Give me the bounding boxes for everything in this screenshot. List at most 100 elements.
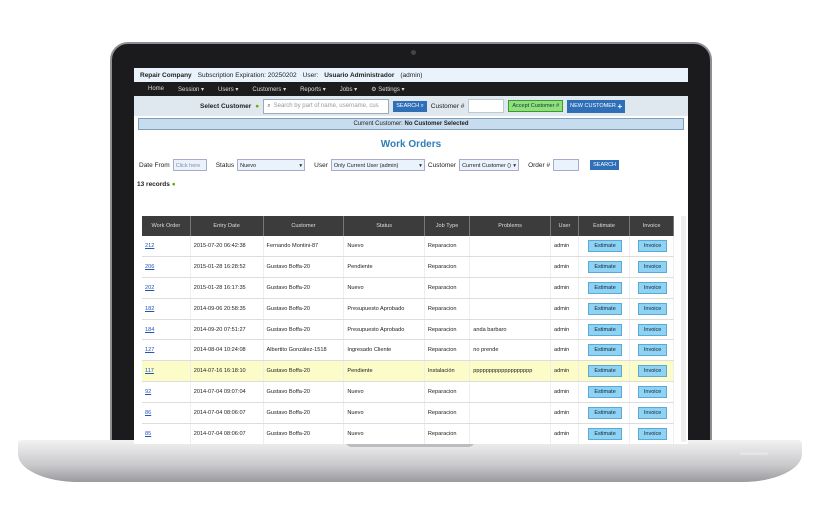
work-order-link[interactable]: 85 xyxy=(145,431,151,437)
col-user[interactable]: User xyxy=(550,216,579,236)
accept-customer-button[interactable]: Accept Customer # xyxy=(508,100,564,112)
estimate-button[interactable]: Estimate xyxy=(588,365,622,378)
user-filter-label: User xyxy=(314,161,328,169)
customer-select[interactable]: Current Customer () ▾ xyxy=(459,159,520,171)
order-input[interactable] xyxy=(553,159,580,171)
customer-search-input[interactable]: ⌕ Search by part of name, username, cus xyxy=(263,98,390,114)
nav-users[interactable]: Users ▾ xyxy=(218,86,238,93)
cell-problems xyxy=(469,277,551,299)
col-work-order[interactable]: Work Order xyxy=(142,216,191,236)
table-scrollbar[interactable] xyxy=(681,216,686,442)
records-label: 13 records xyxy=(137,181,170,188)
cell-problems xyxy=(469,423,551,444)
work-order-link[interactable]: 212 xyxy=(145,243,154,249)
col-job-type[interactable]: Job Type xyxy=(424,216,471,236)
work-order-link[interactable]: 117 xyxy=(145,368,154,374)
user-value: Only Current User (admin) xyxy=(333,163,399,169)
cell-entry-date: 2015-01-28 16:28:52 xyxy=(190,256,264,278)
date-from-label: Date From xyxy=(139,161,170,169)
nav-home[interactable]: Home xyxy=(148,86,164,92)
work-order-link[interactable]: 86 xyxy=(145,410,151,416)
cell-customer-name: Gustavo Boffa-20 xyxy=(263,256,345,278)
nav-jobs[interactable]: Jobs ▾ xyxy=(340,86,357,93)
cell-status: Ingresado Cliente xyxy=(343,339,425,362)
invoice-button[interactable]: Invoice xyxy=(637,323,668,336)
estimate-button[interactable]: Estimate xyxy=(588,323,622,336)
new-customer-button[interactable]: NEW CUSTOMER + xyxy=(567,99,626,113)
table-row: 85 2014-07-04 08:06:07 Gustavo Boffa-20 Nue… xyxy=(142,423,674,444)
info-icon: ● xyxy=(255,102,260,110)
work-order-link[interactable]: 206 xyxy=(145,264,154,270)
table-row: 212 2015-07-20 06:42:38 Fernando Montini-8… xyxy=(142,236,674,257)
table-header-row: Work Order Entry Date Customer Status Jo… xyxy=(142,216,674,236)
estimate-button[interactable]: Estimate xyxy=(588,344,622,357)
cell-status: Presupuesto Aprobado xyxy=(343,298,425,320)
invoice-button[interactable]: Invoice xyxy=(637,260,668,273)
estimate-button[interactable]: Estimate xyxy=(588,302,622,315)
status-label: Status xyxy=(215,161,235,169)
estimate-button[interactable]: Estimate xyxy=(588,281,622,294)
invoice-button[interactable]: Invoice xyxy=(637,365,668,378)
work-order-link[interactable]: 184 xyxy=(145,327,154,333)
filter-search-button[interactable]: SEARCH xyxy=(590,160,620,170)
invoice-button[interactable]: Invoice xyxy=(637,407,668,420)
work-order-link[interactable]: 202 xyxy=(145,285,154,291)
table-row: 206 2015-01-28 16:28:52 Gustavo Boffa-20 Pe… xyxy=(142,256,674,278)
col-problems[interactable]: Problems xyxy=(469,216,551,236)
date-from-input[interactable]: Click here xyxy=(172,159,207,171)
cell-user: admin xyxy=(550,256,579,278)
table-row: 117 2014-07-16 16:18:10 Gustavo Boffa-20 Pe… xyxy=(142,360,674,383)
estimate-button[interactable]: Estimate xyxy=(588,407,622,420)
invoice-button[interactable]: Invoice xyxy=(637,281,668,294)
cell-estimate: Estimate xyxy=(578,256,631,278)
work-order-link[interactable]: 182 xyxy=(145,306,154,312)
main-nav: Home Session ▾ Users ▾ Customers ▾ Repor… xyxy=(134,82,688,96)
chevron-down-icon: ▾ xyxy=(419,163,422,169)
cell-status: Nuevo xyxy=(343,277,425,299)
nav-reports[interactable]: Reports ▾ xyxy=(300,86,326,93)
records-count: 13 records ● xyxy=(134,181,688,188)
cell-status: Nuevo xyxy=(343,236,425,257)
cell-status: Nuevo xyxy=(343,423,425,444)
cell-job-type: Reparacion xyxy=(424,277,471,299)
invoice-button[interactable]: Invoice xyxy=(637,344,668,357)
nav-settings[interactable]: ⚙ Settings ▾ xyxy=(371,86,404,93)
table-row: 86 2014-07-04 08:06:07 Gustavo Boffa-20 Nue… xyxy=(142,402,674,425)
work-order-link[interactable]: 127 xyxy=(145,347,154,353)
table-row: 127 2014-08-04 10:24:08 Albertito González… xyxy=(142,339,674,362)
cell-customer-name: Albertito González-1518 xyxy=(263,339,345,362)
nav-customers[interactable]: Customers ▾ xyxy=(252,86,286,93)
work-order-link[interactable]: 92 xyxy=(145,389,151,395)
invoice-button[interactable]: Invoice xyxy=(637,302,668,315)
cell-estimate: Estimate xyxy=(578,236,631,257)
cell-entry-date: 2014-09-06 20:58:35 xyxy=(190,298,264,320)
customer-number-input[interactable] xyxy=(468,99,505,113)
cell-work-order-link: 117 xyxy=(142,360,191,383)
order-label: Order # xyxy=(528,161,551,169)
nav-session[interactable]: Session ▾ xyxy=(178,86,204,93)
search-icon: ⌕ xyxy=(267,102,271,109)
estimate-button[interactable]: Estimate xyxy=(588,427,622,440)
invoice-button[interactable]: Invoice xyxy=(637,386,668,399)
estimate-button[interactable]: Estimate xyxy=(588,239,622,252)
cell-invoice: Invoice xyxy=(629,277,674,299)
col-status[interactable]: Status xyxy=(343,216,425,236)
table-row: 92 2014-07-04 09:07:04 Gustavo Boffa-20 Nue… xyxy=(142,381,674,404)
estimate-button[interactable]: Estimate xyxy=(588,386,622,399)
user-select[interactable]: Only Current User (admin) ▾ xyxy=(330,159,425,171)
invoice-button[interactable]: Invoice xyxy=(637,427,668,440)
invoice-button[interactable]: Invoice xyxy=(637,239,668,252)
cell-estimate: Estimate xyxy=(578,277,631,299)
col-customer[interactable]: Customer xyxy=(263,216,345,236)
cell-customer-name: Gustavo Boffa-20 xyxy=(263,381,345,404)
cell-estimate: Estimate xyxy=(578,402,631,425)
status-select[interactable]: Nuevo ▾ xyxy=(237,159,306,171)
cell-problems: anda barbaro xyxy=(469,319,551,341)
cell-entry-date: 2015-01-28 16:17:35 xyxy=(190,277,264,299)
page-title: Work Orders xyxy=(380,139,442,150)
estimate-button[interactable]: Estimate xyxy=(588,260,622,273)
cell-work-order-link: 92 xyxy=(142,381,191,404)
customer-search-button[interactable]: SEARCH ⌕ xyxy=(393,100,427,112)
col-entry-date[interactable]: Entry Date xyxy=(190,216,264,236)
cell-estimate: Estimate xyxy=(578,381,631,404)
